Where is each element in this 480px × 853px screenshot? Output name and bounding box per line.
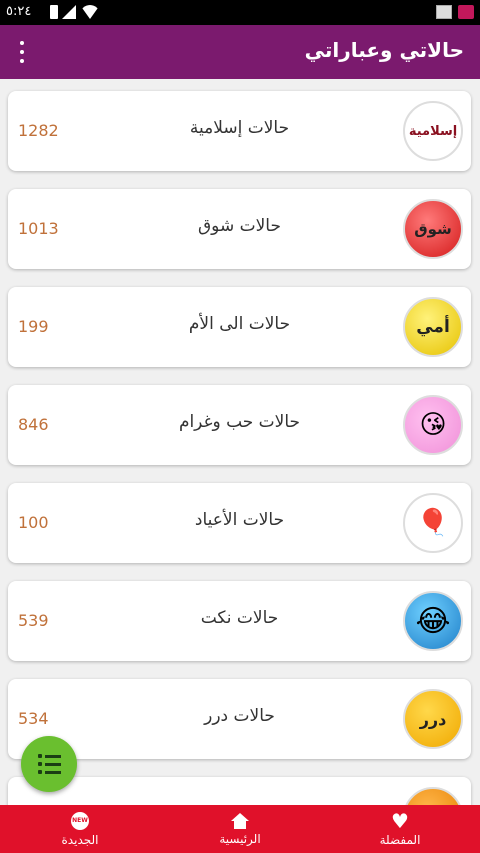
nav-new-label: الجديدة [61, 832, 99, 847]
nav-favorites[interactable]: ♥ المفضلة [320, 805, 480, 853]
category-card-dorar[interactable]: 534 حالات درر درر [8, 679, 471, 759]
category-card-shawq[interactable]: 1013 حالات شوق شوق [8, 189, 471, 269]
category-label: حالات شوق [197, 216, 281, 236]
category-count: 539 [18, 611, 49, 630]
category-count: 199 [18, 317, 49, 336]
heart-icon: ♥ [391, 808, 409, 833]
balloons-icon: 🎈 [403, 493, 463, 553]
mother-icon: أمي [403, 297, 463, 357]
more-vertical-icon[interactable] [12, 39, 32, 65]
category-count: 1282 [18, 121, 59, 140]
nav-favorites-label: المفضلة [379, 832, 421, 847]
app-notification-icon [458, 5, 474, 19]
notification-icons [436, 5, 474, 19]
category-card-love[interactable]: 846 حالات حب وغرام 😘 [8, 385, 471, 465]
category-count: 100 [18, 513, 49, 532]
categories-menu-button[interactable] [21, 736, 77, 792]
category-card-eid[interactable]: 100 حالات الأعياد 🎈 [8, 483, 471, 563]
category-label: حالات الأعياد [194, 510, 285, 530]
category-card-partial[interactable] [8, 777, 471, 805]
nav-new[interactable]: NEW الجديدة [0, 805, 160, 853]
category-card-islamic[interactable]: 1282 حالات إسلامية إسلامية [8, 91, 471, 171]
category-card-jokes[interactable]: 539 حالات نكت 😂 [8, 581, 471, 661]
category-label: حالات إسلامية [189, 118, 290, 138]
nav-home-label: الرئيسية [219, 831, 261, 846]
app-bar: حالاتي وعباراتي [0, 25, 480, 79]
category-icon [403, 787, 463, 805]
islamic-icon: إسلامية [403, 101, 463, 161]
app-title: حالاتي وعباراتي [304, 38, 464, 62]
wifi-icon [80, 5, 100, 19]
category-count: 1013 [18, 219, 59, 238]
category-label: حالات نكت [200, 608, 279, 628]
image-notification-icon [436, 5, 452, 19]
battery-icon [50, 5, 58, 19]
category-count: 534 [18, 709, 49, 728]
category-count: 846 [18, 415, 49, 434]
new-badge-icon: NEW [71, 811, 89, 830]
home-icon [231, 812, 249, 829]
status-time: ٥:٢٤ [6, 4, 32, 19]
category-label: حالات حب وغرام [178, 412, 301, 432]
laughing-emoji-icon: 😂 [403, 591, 463, 651]
category-list[interactable]: 1282 حالات إسلامية إسلامية 1013 حالات شو… [0, 79, 480, 805]
signal-icon [62, 5, 76, 19]
bottom-navigation: NEW الجديدة الرئيسية ♥ المفضلة [0, 805, 480, 853]
dorar-icon: درر [403, 689, 463, 749]
nav-home[interactable]: الرئيسية [160, 805, 320, 853]
status-bar: ٥:٢٤ [0, 0, 480, 25]
status-icons [50, 5, 100, 19]
shawq-icon: شوق [403, 199, 463, 259]
kiss-emoji-icon: 😘 [403, 395, 463, 455]
category-label: حالات درر [204, 706, 275, 726]
category-card-mother[interactable]: 199 حالات الى الأم أمي [8, 287, 471, 367]
category-label: حالات الى الأم [188, 314, 291, 334]
list-icon [37, 754, 61, 758]
